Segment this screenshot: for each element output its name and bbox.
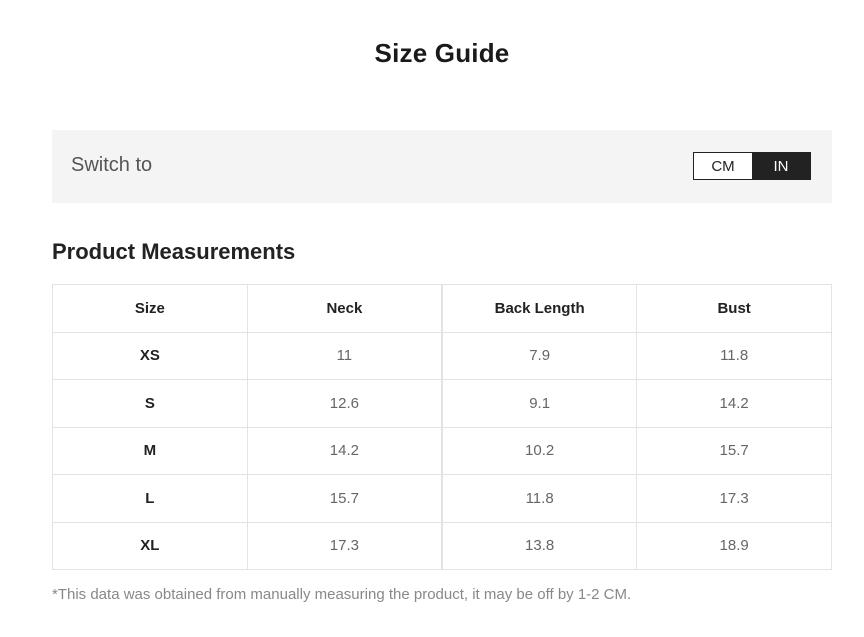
back-length-cell: 7.9: [441, 331, 638, 380]
size-cell: L: [52, 474, 248, 523]
neck-cell: 17.3: [246, 521, 443, 570]
bust-cell: 14.2: [636, 379, 832, 428]
column-header-size: Size: [52, 284, 248, 333]
column-header-back-length: Back Length: [441, 284, 638, 333]
size-cell: XS: [52, 331, 248, 380]
back-length-cell: 9.1: [441, 379, 638, 428]
back-length-cell: 11.8: [441, 474, 638, 523]
bust-cell: 17.3: [636, 474, 832, 523]
size-cell: XL: [52, 521, 248, 570]
measurement-footnote: *This data was obtained from manually me…: [52, 586, 632, 603]
unit-cm-button[interactable]: CM: [694, 153, 752, 179]
bust-cell: 18.9: [636, 521, 832, 570]
section-title: Product Measurements: [52, 239, 296, 264]
neck-cell: 15.7: [246, 474, 443, 523]
measurements-table: Size Neck Back Length Bust XS 11 7.9 11.…: [52, 284, 832, 570]
unit-switch-bar: Switch to CM IN: [52, 130, 832, 203]
table-row: XL 17.3 13.8 18.9: [52, 521, 832, 570]
unit-in-button[interactable]: IN: [752, 153, 810, 179]
size-cell: M: [52, 426, 248, 475]
column-header-neck: Neck: [246, 284, 443, 333]
page-title: Size Guide: [374, 38, 510, 68]
table-row: S 12.6 9.1 14.2: [52, 379, 832, 428]
table-row: XS 11 7.9 11.8: [52, 331, 832, 380]
table-header-row: Size Neck Back Length Bust: [52, 284, 832, 333]
back-length-cell: 13.8: [441, 521, 638, 570]
bust-cell: 11.8: [636, 331, 832, 380]
neck-cell: 11: [246, 331, 443, 380]
unit-toggle: CM IN: [693, 152, 811, 180]
column-header-bust: Bust: [636, 284, 832, 333]
switch-label: Switch to: [71, 154, 153, 176]
table-row: L 15.7 11.8 17.3: [52, 474, 832, 523]
neck-cell: 14.2: [246, 426, 443, 475]
size-cell: S: [52, 379, 248, 428]
neck-cell: 12.6: [246, 379, 443, 428]
table-row: M 14.2 10.2 15.7: [52, 426, 832, 475]
bust-cell: 15.7: [636, 426, 832, 475]
back-length-cell: 10.2: [441, 426, 638, 475]
